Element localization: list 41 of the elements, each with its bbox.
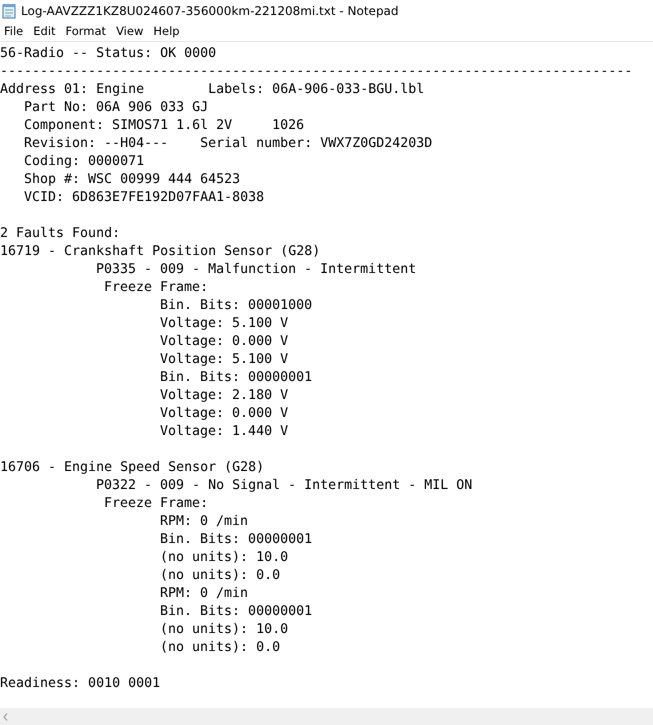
text-line: Voltage: 5.100 V [160, 315, 288, 333]
text-line: RPM: 0 /min [160, 585, 248, 603]
menu-item[interactable]: Edit [29, 23, 61, 40]
text-line: Shop #: WSC 00999 444 64523 [24, 171, 240, 189]
window-title: Log-AAVZZZ1KZ8U024607-356000km-221208mi.txt - Notepad [21, 4, 399, 18]
text-line: Voltage: 5.100 V [160, 351, 288, 369]
text-line: Coding: 0000071 [24, 153, 144, 171]
scroll-left-icon[interactable] [3, 712, 8, 720]
text-line: Bin. Bits: 00001000 [160, 297, 312, 315]
text-line: (no units): 0.0 [160, 639, 280, 657]
text-line: Voltage: 2.180 V [160, 387, 288, 405]
menu-item[interactable]: File [0, 23, 28, 40]
text-line: Readiness: 0010 0001 [0, 675, 160, 693]
text-line: Bin. Bits: 00000001 [160, 369, 312, 387]
text-line: Part No: 06A 906 033 GJ [24, 99, 208, 117]
text-line: Voltage: 0.000 V [160, 333, 288, 351]
menu-item[interactable]: View [112, 23, 148, 40]
text-line: Voltage: 1.440 V [160, 423, 288, 441]
text-line: VCID: 6D863E7FE192D07FAA1-8038 [24, 189, 264, 207]
text-line: P0322 - 009 - No Signal - Intermittent - MIL ON [96, 477, 472, 495]
text-line: RPM: 0 /min [160, 513, 248, 531]
text-line: P0335 - 009 - Malfunction - Intermittent [96, 261, 416, 279]
text-line: 2 Faults Found: [0, 225, 120, 243]
text-line: Freeze Frame: [104, 495, 208, 513]
menu-item[interactable]: Format [62, 23, 112, 40]
text-line: (no units): 10.0 [160, 621, 288, 639]
text-line: 16719 - Crankshaft Position Sensor (G28) [0, 243, 320, 261]
text-line: Bin. Bits: 00000001 [160, 531, 312, 549]
text-line: Bin. Bits: 00000001 [160, 603, 312, 621]
text-line: (no units): 0.0 [160, 567, 280, 585]
text-line: Component: SIMOS71 1.6l 2V 1026 [24, 117, 304, 135]
text-line: Address 01: Engine Labels: 06A-906-033-BGU.lbl [0, 81, 424, 99]
menu-item[interactable]: Help [149, 23, 185, 40]
text-line: Voltage: 0.000 V [160, 405, 288, 423]
text-line: Revision: --H04--- Serial number: VWX7Z0GD24203D [24, 135, 432, 153]
text-line: (no units): 10.0 [160, 549, 288, 567]
text-line: Freeze Frame: [104, 279, 208, 297]
notepad-icon [2, 3, 17, 19]
text-line: 16706 - Engine Speed Sensor (G28) [0, 459, 264, 477]
text-line: ------------------------------------------------------------------------------- [0, 63, 632, 81]
text-line: 56-Radio -- Status: OK 0000 [0, 45, 216, 63]
